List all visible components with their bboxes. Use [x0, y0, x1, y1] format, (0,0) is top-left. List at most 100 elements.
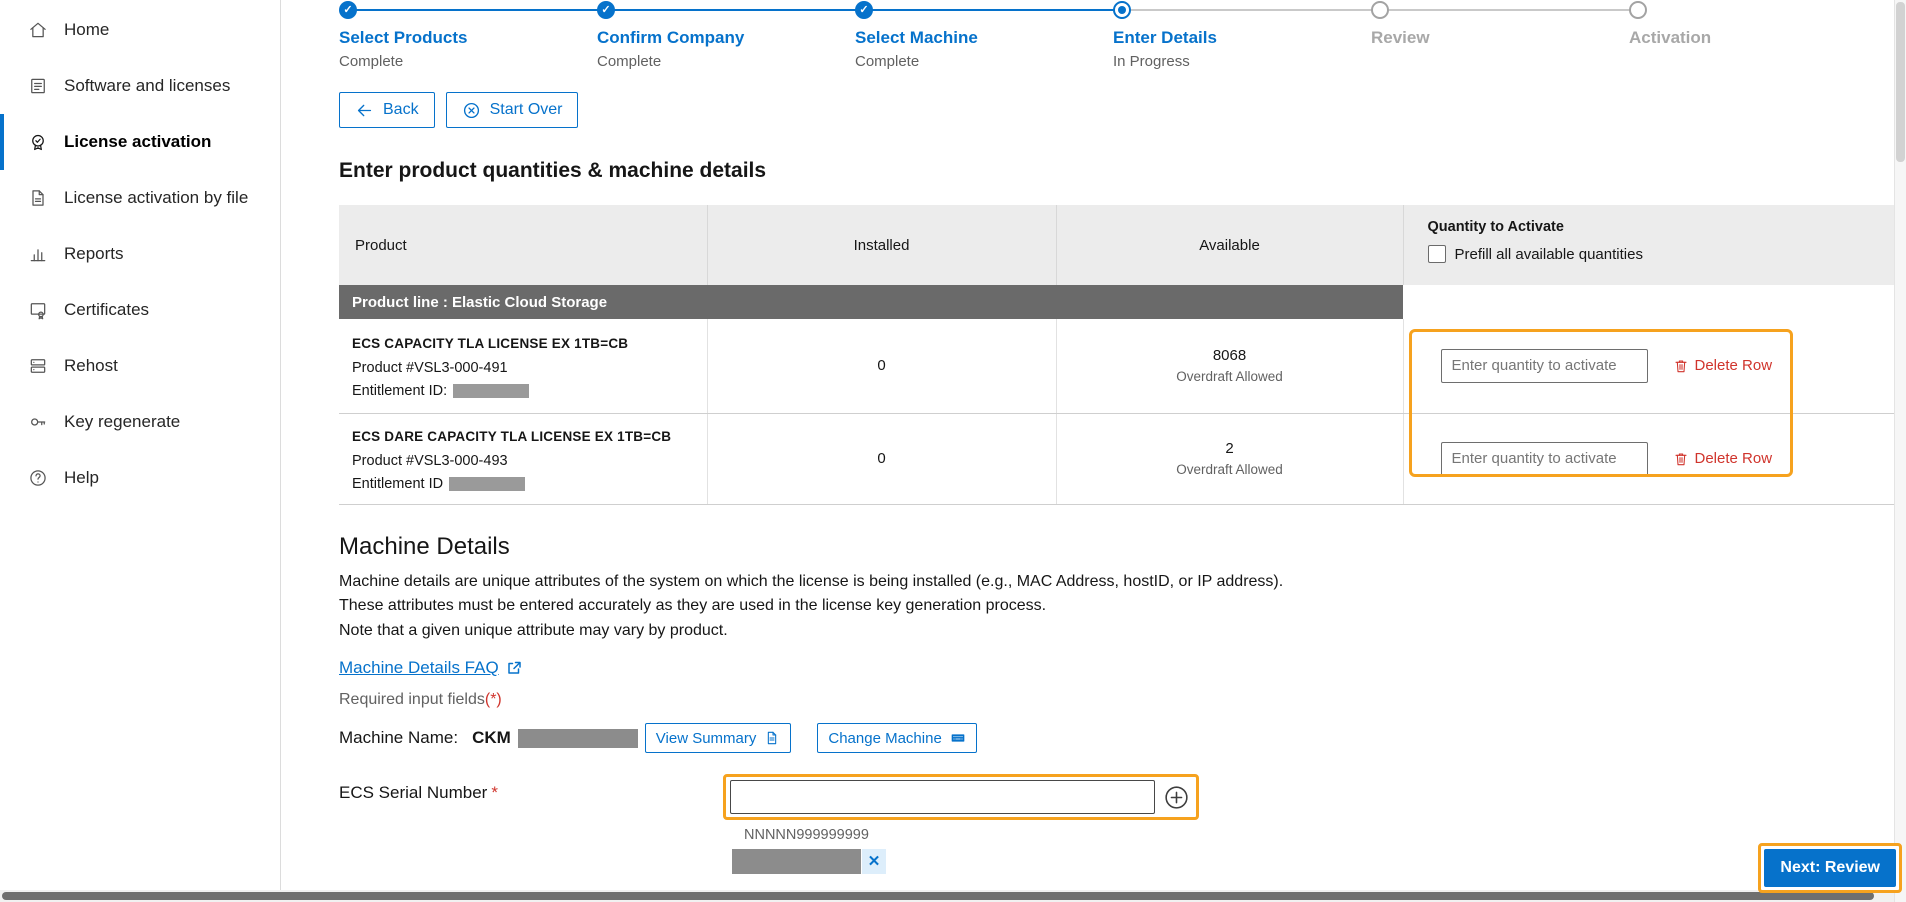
sidebar-item-reports[interactable]: Reports [0, 226, 280, 282]
sidebar-item-key-regenerate[interactable]: Key regenerate [0, 394, 280, 450]
product-line-group-row: Product line : Elastic Cloud Storage [339, 285, 1895, 319]
plus-circle-icon [1163, 784, 1190, 811]
machine-details-description: These attributes must be entered accurat… [339, 594, 1906, 619]
sidebar-item-label: License activation [64, 132, 211, 152]
delete-row-button[interactable]: Delete Row [1673, 450, 1773, 467]
serial-chip-row [732, 849, 1199, 874]
step-status: Complete [339, 53, 585, 70]
sidebar-item-home[interactable]: Home [0, 2, 280, 58]
horizontal-scrollbar-thumb[interactable] [2, 892, 1874, 900]
next-review-button[interactable]: Next: Review [1764, 849, 1896, 887]
check-circle-icon [855, 1, 873, 19]
product-line-label: Product line : Elastic Cloud Storage [339, 285, 1403, 319]
machine-name-value: CKM [472, 728, 511, 748]
vertical-scrollbar[interactable] [1894, 0, 1906, 902]
sidebar-item-label: Home [64, 20, 109, 40]
start-over-button[interactable]: Start Over [446, 92, 579, 128]
prefill-checkbox[interactable] [1428, 245, 1446, 263]
step-select-products[interactable]: Select Products Complete [339, 1, 585, 70]
view-summary-label: View Summary [656, 730, 757, 747]
required-fields-note: Required input fields(*) [339, 691, 1906, 709]
overdraft-note: Overdraft Allowed [1057, 369, 1403, 384]
quantity-header-label: Quantity to Activate [1428, 219, 1896, 235]
license-activation-page: Home Software and licenses License activ… [0, 0, 1906, 902]
sidebar-item-rehost[interactable]: Rehost [0, 338, 280, 394]
installed-value: 0 [707, 413, 1056, 504]
sidebar-item-label: Rehost [64, 356, 118, 376]
vertical-scrollbar-thumb[interactable] [1896, 2, 1905, 162]
view-summary-button[interactable]: View Summary [645, 723, 792, 753]
table-row: ECS CAPACITY TLA LICENSE EX 1TB=CB Produ… [339, 319, 1895, 413]
horizontal-scrollbar[interactable] [0, 890, 1894, 902]
step-enter-details[interactable]: Enter Details In Progress [1113, 1, 1359, 70]
delete-row-button[interactable]: Delete Row [1673, 357, 1773, 374]
ecs-serial-input[interactable] [730, 780, 1155, 814]
product-line-empty-cell [1403, 285, 1895, 319]
redacted-machine-name [518, 729, 638, 748]
step-confirm-company[interactable]: Confirm Company Complete [597, 1, 843, 70]
document-icon [764, 730, 780, 746]
redacted-entitlement-id [449, 477, 525, 491]
faq-link-label: Machine Details FAQ [339, 658, 499, 678]
software-licenses-icon [28, 76, 48, 96]
quantity-input[interactable] [1441, 349, 1648, 383]
sidebar: Home Software and licenses License activ… [0, 0, 281, 902]
column-header-installed: Installed [707, 205, 1056, 285]
serial-label-group: ECS Serial Number* [339, 774, 723, 874]
quantity-input[interactable] [1441, 442, 1648, 476]
product-number: Product #VSL3-000-493 [352, 453, 693, 469]
redacted-entitlement-id [453, 384, 529, 398]
cancel-circle-icon [462, 101, 481, 120]
step-review[interactable]: Review [1371, 1, 1617, 53]
sidebar-item-help[interactable]: Help [0, 450, 280, 506]
column-header-product: Product [339, 205, 707, 285]
home-icon [28, 20, 48, 40]
sidebar-item-label: License activation by file [64, 188, 248, 208]
start-over-button-label: Start Over [490, 101, 563, 119]
back-button-label: Back [383, 101, 419, 119]
sidebar-item-license-activation[interactable]: License activation [0, 114, 280, 170]
entitlement-label: Entitlement ID: [352, 383, 447, 399]
trash-icon [1673, 451, 1689, 467]
product-name: ECS DARE CAPACITY TLA LICENSE EX 1TB=CB [352, 429, 693, 444]
required-star: * [491, 783, 498, 802]
upcoming-step-circle-icon [1371, 1, 1389, 19]
redacted-serial-chip [732, 849, 861, 874]
sidebar-item-certificates[interactable]: Certificates [0, 282, 280, 338]
sidebar-item-label: Key regenerate [64, 412, 180, 432]
toolbar: Back Start Over [339, 92, 1906, 128]
product-table: Product Installed Available Quantity to … [339, 205, 1895, 505]
machine-details-faq-link[interactable]: Machine Details FAQ [339, 658, 522, 678]
add-serial-button[interactable] [1163, 784, 1190, 811]
change-machine-button[interactable]: Change Machine [817, 723, 976, 753]
check-circle-icon [339, 1, 357, 19]
step-label: Enter Details [1113, 28, 1359, 48]
change-machine-label: Change Machine [828, 730, 941, 747]
delete-row-label: Delete Row [1695, 357, 1773, 374]
check-circle-icon [597, 1, 615, 19]
required-note-text: Required input fields [339, 691, 485, 708]
machine-details-description: Machine details are unique attributes of… [339, 570, 1906, 595]
external-link-icon [506, 660, 522, 676]
trash-icon [1673, 358, 1689, 374]
upcoming-step-circle-icon [1629, 1, 1647, 19]
step-label: Activation [1629, 28, 1875, 48]
entitlement-label: Entitlement ID [352, 476, 443, 492]
sidebar-item-license-activation-by-file[interactable]: License activation by file [0, 170, 280, 226]
sidebar-item-label: Certificates [64, 300, 149, 320]
next-review-annotation-highlight: Next: Review [1758, 843, 1902, 893]
sidebar-item-software-and-licenses[interactable]: Software and licenses [0, 58, 280, 114]
installed-value: 0 [707, 319, 1056, 413]
remove-serial-button[interactable] [862, 849, 886, 874]
table-row: ECS DARE CAPACITY TLA LICENSE EX 1TB=CB … [339, 413, 1895, 504]
machine-name-row: Machine Name: CKM View Summary Change Ma… [339, 723, 1906, 753]
step-label: Select Machine [855, 28, 1101, 48]
step-select-machine[interactable]: Select Machine Complete [855, 1, 1101, 70]
back-button[interactable]: Back [339, 92, 435, 128]
available-value: 8068 [1057, 347, 1403, 364]
step-activation[interactable]: Activation [1629, 1, 1875, 53]
overdraft-note: Overdraft Allowed [1057, 462, 1403, 477]
current-step-circle-icon [1113, 1, 1131, 19]
prefill-option: Prefill all available quantities [1428, 245, 1896, 263]
machine-name-label: Machine Name: [339, 728, 458, 748]
